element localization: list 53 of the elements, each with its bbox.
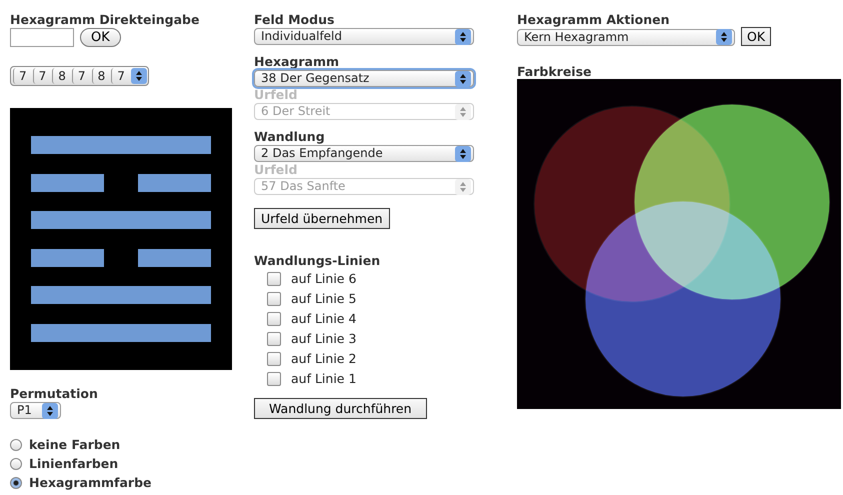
- checkbox[interactable]: [267, 272, 281, 286]
- ok-button[interactable]: OK: [80, 28, 121, 47]
- stepper-icon: [455, 28, 471, 44]
- checkbox-label: auf Linie 1: [291, 371, 356, 386]
- radio-label: Hexagrammfarbe: [29, 475, 152, 490]
- transformation-select[interactable]: 2 Das Empfangende: [254, 145, 474, 162]
- stepper-icon: [130, 68, 147, 84]
- stepper-icon: [455, 70, 471, 86]
- checkbox[interactable]: [267, 352, 281, 366]
- checkbox[interactable]: [267, 332, 281, 346]
- section-heading: Permutation: [10, 386, 98, 401]
- radio-label: keine Farben: [29, 437, 120, 452]
- line-value[interactable]: 7: [111, 68, 130, 84]
- stepper-icon: [455, 178, 471, 194]
- checkbox[interactable]: [267, 292, 281, 306]
- checkbox[interactable]: [267, 312, 281, 326]
- line-value[interactable]: 8: [52, 68, 71, 84]
- stepper-icon: [716, 29, 732, 45]
- section-heading: Feld Modus: [254, 12, 334, 27]
- hexagram-select[interactable]: 38 Der Gegensatz: [254, 70, 474, 87]
- section-heading: Hexagramm Aktionen: [517, 12, 670, 27]
- stepper-icon: [42, 402, 58, 418]
- checkbox-label: auf Linie 3: [291, 331, 356, 346]
- checkbox[interactable]: [267, 372, 281, 386]
- line-value[interactable]: 7: [32, 68, 52, 84]
- line-values-selector[interactable]: 7 7 8 7 8 7: [10, 66, 149, 86]
- actions-select[interactable]: Kern Hexagramm: [517, 28, 735, 46]
- section-heading: Farbkreise: [517, 64, 592, 79]
- input-field[interactable]: [10, 28, 74, 47]
- ok-button[interactable]: OK: [741, 27, 772, 46]
- radio-button[interactable]: [10, 438, 22, 450]
- line-value[interactable]: 7: [72, 68, 91, 84]
- checkbox-label: auf Linie 4: [291, 311, 356, 326]
- execute-button[interactable]: Wandlung durchführen: [254, 398, 427, 419]
- section-heading: Wandlung: [254, 129, 325, 144]
- section-heading: Urfeld: [254, 87, 298, 102]
- section-heading: Wandlungs-Linien: [254, 253, 380, 268]
- adopt-button[interactable]: Urfeld übernehmen: [254, 208, 390, 229]
- checkbox-label: auf Linie 2: [291, 351, 356, 366]
- permutation-select[interactable]: P1: [10, 402, 61, 419]
- radio-button[interactable]: [10, 476, 22, 488]
- section-heading: Hexagramm: [254, 54, 340, 69]
- radio-label: Linienfarben: [29, 456, 118, 471]
- line-value[interactable]: 7: [13, 68, 32, 84]
- field-mode-select[interactable]: Individualfeld: [254, 28, 474, 45]
- section-heading: Hexagramm Direkteingabe: [10, 12, 200, 27]
- checkbox-label: auf Linie 5: [291, 291, 356, 306]
- stepper-icon: [455, 104, 471, 120]
- section-heading: Urfeld: [254, 162, 298, 177]
- radio-button[interactable]: [10, 458, 22, 470]
- checkbox-label: auf Linie 6: [291, 271, 356, 286]
- stepper-icon: [455, 146, 471, 162]
- line-value[interactable]: 8: [92, 68, 110, 84]
